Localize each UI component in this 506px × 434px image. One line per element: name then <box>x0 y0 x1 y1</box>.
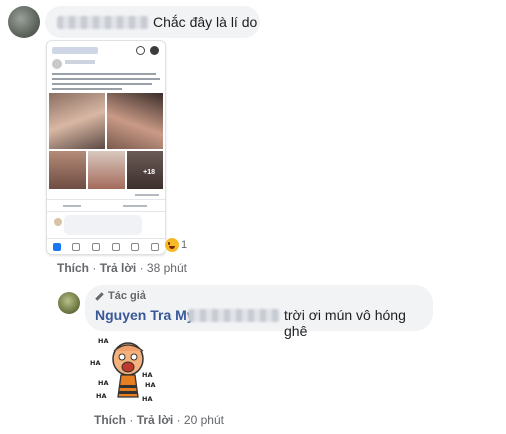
pen-icon <box>95 291 104 301</box>
separator: · <box>139 261 144 275</box>
reply-text: trời ơi mún vô hóng ghê <box>284 307 406 339</box>
screenshot-header <box>52 47 98 54</box>
messenger-icon <box>150 46 159 55</box>
bell-icon <box>131 243 140 251</box>
blurred-commenter-name[interactable] <box>57 16 149 29</box>
comment-avatar <box>54 218 62 226</box>
like-link[interactable]: Thích <box>94 413 126 427</box>
timestamp-link[interactable]: 20 phút <box>184 413 224 427</box>
photo-tile <box>49 151 86 189</box>
photo-tile <box>107 93 163 149</box>
sticker-text: HA <box>98 379 108 387</box>
blurred-tagged-name[interactable] <box>188 309 280 322</box>
home-icon <box>52 243 61 251</box>
author-badge: Tác giả <box>95 290 146 302</box>
divider <box>47 211 165 212</box>
separator: · <box>176 413 181 427</box>
laughing-sticker[interactable]: HA HA HA HA HA HA HA <box>88 335 162 405</box>
sticker-text: HA <box>145 381 155 389</box>
comment-text: Chắc đây là lí do <box>153 14 258 30</box>
separator: · <box>92 261 97 275</box>
post-text-line <box>52 83 152 85</box>
post-text-line <box>52 88 122 90</box>
sticker-text: HA <box>90 359 100 367</box>
like-link[interactable]: Thích <box>57 261 89 275</box>
embedded-comment-bubble <box>64 215 142 235</box>
reply-link[interactable]: Trả lời <box>100 261 137 275</box>
photo-tile <box>49 93 105 149</box>
reply-link[interactable]: Trả lời <box>137 413 174 427</box>
post-avatar <box>52 59 62 69</box>
comment-action <box>123 205 147 207</box>
commenter-avatar[interactable] <box>8 6 40 38</box>
sticker-text: HA <box>142 371 152 379</box>
author-avatar[interactable] <box>58 292 80 314</box>
like-action <box>63 205 81 207</box>
reply-bubble: Tác giả Nguyen Tra My trời ơi mún vô hón… <box>85 285 433 339</box>
reply-actions: Thích · Trả lời · 20 phút <box>94 413 224 427</box>
sticker-text: HA <box>98 337 108 345</box>
comment-attachment-image[interactable]: +18 <box>46 40 166 255</box>
author-badge-label: Tác giả <box>108 290 146 302</box>
bottom-nav <box>47 238 165 254</box>
post-author <box>65 60 95 64</box>
author-name[interactable]: Nguyen Tra My <box>95 307 195 323</box>
reaction-count[interactable]: 1 <box>181 239 187 251</box>
groups-icon <box>72 243 81 251</box>
watch-icon <box>92 243 101 251</box>
post-text-line <box>52 73 156 75</box>
comment-bubble: Chắc đây là lí do <box>45 6 260 38</box>
more-photos-count: +18 <box>143 169 155 176</box>
divider <box>47 199 165 200</box>
menu-icon <box>151 243 160 251</box>
timestamp-link[interactable]: 38 phút <box>147 261 187 275</box>
post-text-line <box>52 78 160 80</box>
profile-icon <box>111 243 120 251</box>
photo-tile <box>88 151 125 189</box>
separator: · <box>129 413 134 427</box>
sticker-text: HA <box>96 392 106 400</box>
comment-actions: Thích · Trả lời · 38 phút <box>57 261 187 275</box>
comment-count <box>135 194 159 196</box>
laughing-emoji-icon[interactable] <box>164 237 180 253</box>
sticker-text: HA <box>142 395 152 403</box>
search-icon <box>136 46 145 55</box>
